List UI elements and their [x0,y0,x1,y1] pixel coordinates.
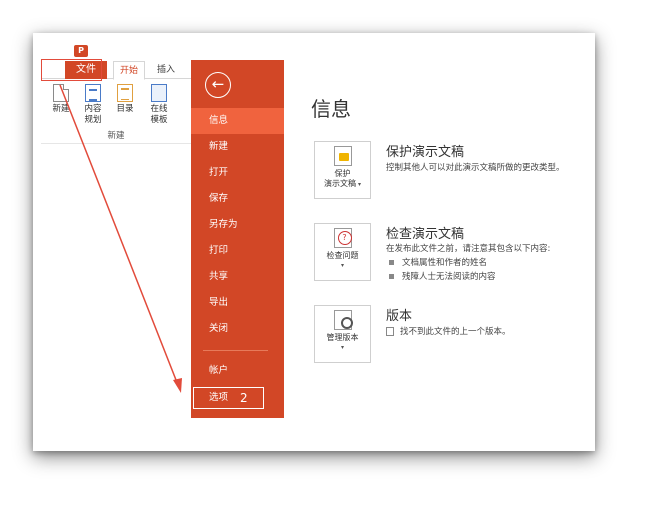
lock-icon [333,146,352,166]
inspect-document-icon [333,228,352,248]
new-slide-icon [53,84,69,102]
online-template-button[interactable]: 在线 模板 [145,84,173,126]
tab-home[interactable]: 开始 [113,61,145,80]
manage-versions-label: 管理版本 [326,333,359,342]
nav-item-save-as[interactable]: 另存为 [191,212,284,238]
protect-desc: 控制其他人可以对此演示文稿所做的更改类型。 [386,163,565,173]
ribbon-group-label: 新建 [107,131,125,141]
versions-desc-line: 找不到此文件的上一个版本。 [386,325,511,337]
bullet-icon [389,260,394,265]
ribbon: P 文件 开始 插入 新建 内容 规划 目录 在线 模板 新建 [33,33,201,153]
content-plan-button[interactable]: 内容 规划 [79,84,107,126]
tab-insert[interactable]: 插入 [151,61,181,80]
page-title: 信息 [311,97,351,121]
nav-item-new[interactable]: 新建 [191,134,284,160]
inspect-bullet-text: 文档属性和作者的姓名 [402,258,488,268]
protect-button-label-1: 保护 [334,169,351,178]
manage-versions-button[interactable]: 管理版本 ▾ [314,305,371,363]
protect-button-label-2: 演示文稿 [324,179,357,188]
ribbon-tabs: 文件 开始 插入 [41,61,201,80]
nav-item-account[interactable]: 帐户 [191,358,284,384]
inspect-bullet-text: 残障人士无法阅读的内容 [402,272,496,282]
chevron-down-icon: ▾ [356,181,361,188]
back-arrow-icon[interactable]: ← [205,72,231,98]
nav-item-print[interactable]: 打印 [191,238,284,264]
protect-title: 保护演示文稿 [386,145,465,160]
chevron-down-icon: ▾ [340,344,344,351]
new-slide-label: 新建 [52,104,70,114]
file-tab[interactable]: 文件 [65,61,107,79]
check-issues-label: 检查问题 [326,251,359,260]
nav-divider [203,350,268,351]
document-icon [386,327,394,336]
step2-highlight-box: 2 [193,387,264,409]
nav-item-share[interactable]: 共享 [191,264,284,290]
online-template-label-2: 模板 [150,115,168,125]
new-slide-button[interactable]: 新建 [47,84,75,115]
step1-number: 1 [51,64,58,78]
step2-number: 2 [240,391,248,405]
screenshot-frame: P 文件 开始 插入 新建 内容 规划 目录 在线 模板 新建 1 ← 信息 新… [33,33,595,451]
online-template-icon [151,84,167,102]
versions-title: 版本 [386,309,413,324]
online-template-label-1: 在线 [150,104,168,114]
toc-icon [117,84,133,102]
ribbon-group-new: 新建 内容 规划 目录 在线 模板 新建 [41,80,191,144]
toc-button[interactable]: 目录 [111,84,139,115]
powerpoint-logo-icon: P [74,45,88,57]
content-plan-label-1: 内容 [84,104,102,114]
inspect-title: 检查演示文稿 [386,227,465,242]
versions-desc: 找不到此文件的上一个版本。 [400,327,511,337]
chevron-down-icon: ▾ [340,262,344,269]
inspect-bullet: 文档属性和作者的姓名 [389,256,487,268]
inspect-bullet: 残障人士无法阅读的内容 [389,270,496,282]
check-issues-button[interactable]: 检查问题 ▾ [314,223,371,281]
backstage-nav: ← 信息 新建 打开 保存 另存为 打印 共享 导出 关闭 帐户 选项 2 [191,60,284,418]
nav-item-export[interactable]: 导出 [191,290,284,316]
nav-item-close[interactable]: 关闭 [191,316,284,342]
inspect-desc: 在发布此文件之前，请注意其包含以下内容: [386,244,551,254]
bullet-icon [389,274,394,279]
toc-label: 目录 [116,104,134,114]
versions-icon [333,310,353,330]
protect-presentation-button[interactable]: 保护 演示文稿 ▾ [314,141,371,199]
content-plan-icon [85,84,101,102]
nav-item-open[interactable]: 打开 [191,160,284,186]
nav-item-save[interactable]: 保存 [191,186,284,212]
nav-item-info[interactable]: 信息 [191,108,284,134]
content-plan-label-2: 规划 [84,115,102,125]
